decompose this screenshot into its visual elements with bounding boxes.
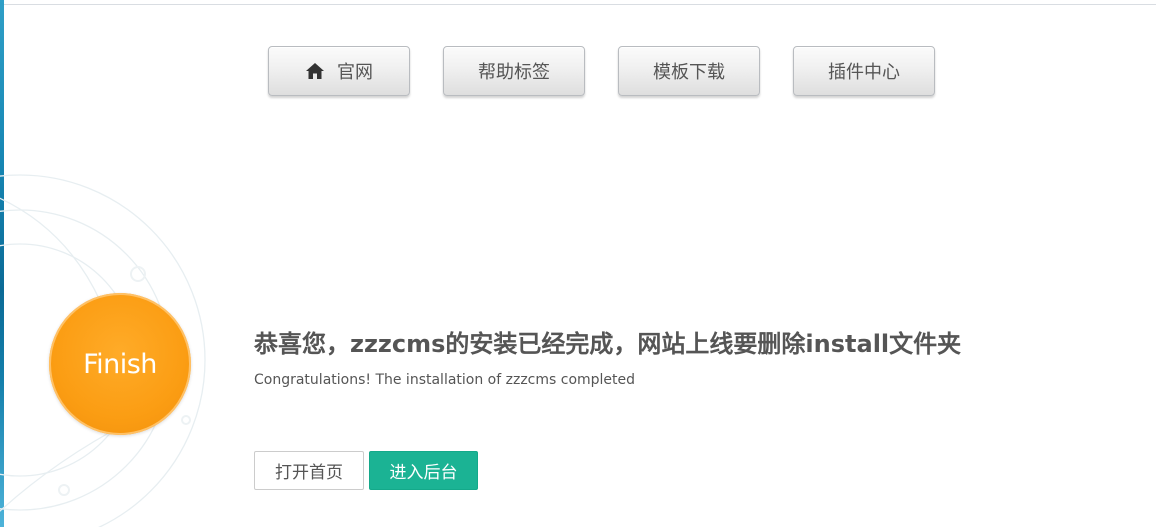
nav-plugin-center-label: 插件中心 xyxy=(828,62,900,83)
nav-official-site-label: 官网 xyxy=(337,62,373,83)
top-navigation: 官网 帮助标签 模板下载 插件中心 xyxy=(268,46,938,98)
nav-official-site-button[interactable]: 官网 xyxy=(268,46,410,96)
nav-template-download-label: 模板下载 xyxy=(653,62,725,83)
home-icon xyxy=(306,63,324,79)
enter-admin-button[interactable]: 进入后台 xyxy=(369,451,478,490)
left-accent-bar xyxy=(0,0,4,527)
nav-template-download-button[interactable]: 模板下载 xyxy=(618,46,760,96)
top-divider xyxy=(0,4,1156,5)
finish-badge: Finish xyxy=(49,293,191,435)
success-title: 恭喜您，zzzcms的安装已经完成，网站上线要删除install文件夹 xyxy=(254,330,962,358)
finish-label: Finish xyxy=(83,348,157,380)
install-finish-page: 官网 帮助标签 模板下载 插件中心 Finish 恭喜您，zzzcms的安装已经… xyxy=(0,0,1156,527)
open-homepage-button[interactable]: 打开首页 xyxy=(254,451,364,490)
nav-help-label: 帮助标签 xyxy=(478,62,550,83)
nav-plugin-center-button[interactable]: 插件中心 xyxy=(793,46,935,96)
nav-help-button[interactable]: 帮助标签 xyxy=(443,46,585,96)
success-subtitle: Congratulations! The installation of zzz… xyxy=(254,372,636,388)
